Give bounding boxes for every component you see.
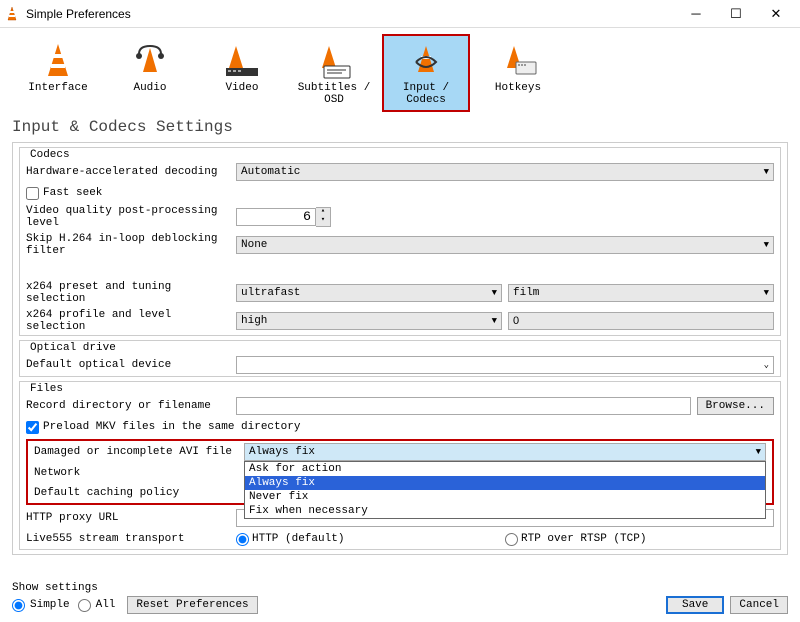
chevron-down-icon: ▼ (756, 447, 761, 457)
window-title: Simple Preferences (26, 7, 676, 21)
optical-device-label: Default optical device (26, 359, 236, 371)
tab-audio[interactable]: Audio (106, 34, 194, 112)
avi-select[interactable]: Always fix▼ Ask for action Always fix Ne… (244, 443, 766, 461)
reset-button[interactable]: Reset Preferences (127, 596, 257, 614)
live555-label: Live555 stream transport (26, 533, 236, 545)
window-titlebar: Simple Preferences ─ ☐ ✕ (0, 0, 800, 28)
radio-http-label: HTTP (default) (252, 533, 344, 545)
section-title: Input & Codecs Settings (0, 114, 800, 142)
x264-level-input[interactable] (508, 312, 774, 330)
network-title: Network (34, 467, 244, 479)
avi-option-ask[interactable]: Ask for action (245, 462, 765, 476)
show-settings-label: Show settings (12, 582, 258, 594)
spinner-down[interactable]: ▾ (316, 217, 330, 226)
radio-rtp-label: RTP over RTSP (TCP) (521, 533, 646, 545)
radio-simple[interactable] (12, 599, 25, 612)
radio-rtp[interactable] (505, 533, 518, 546)
tab-input-codecs[interactable]: Input / Codecs (382, 34, 470, 112)
avi-dropdown-list: Ask for action Always fix Never fix Fix … (244, 461, 766, 519)
vq-label: Video quality post-processing level (26, 205, 236, 229)
record-dir-label: Record directory or filename (26, 400, 236, 412)
preload-mkv-checkbox[interactable] (26, 421, 39, 434)
hotkeys-icon (478, 40, 558, 82)
radio-simple-label: Simple (30, 599, 70, 611)
audio-icon (110, 40, 190, 82)
skip-select[interactable]: None▼ (236, 236, 774, 254)
preload-mkv-label: Preload MKV files in the same directory (43, 421, 300, 433)
record-dir-input[interactable] (236, 397, 691, 415)
tab-interface[interactable]: Interface (14, 34, 102, 112)
minimize-button[interactable]: ─ (676, 2, 716, 26)
group-codecs: Codecs Hardware-accelerated decoding Aut… (19, 147, 781, 336)
caching-label: Default caching policy (34, 487, 244, 499)
radio-http[interactable] (236, 533, 249, 546)
x264-tuning-select[interactable]: film▼ (508, 284, 774, 302)
hw-accel-select[interactable]: Automatic▼ (236, 163, 774, 181)
interface-icon (18, 40, 98, 82)
maximize-button[interactable]: ☐ (716, 2, 756, 26)
tab-hotkeys[interactable]: Hotkeys (474, 34, 562, 112)
fast-seek-label: Fast seek (43, 187, 102, 199)
save-button[interactable]: Save (666, 596, 724, 614)
vq-input[interactable] (236, 208, 316, 226)
input-codecs-icon (386, 40, 466, 82)
group-files-title: Files (26, 383, 67, 395)
close-button[interactable]: ✕ (756, 2, 796, 26)
browse-button[interactable]: Browse... (697, 397, 774, 415)
radio-all-label: All (96, 599, 116, 611)
radio-all[interactable] (78, 599, 91, 612)
hw-accel-label: Hardware-accelerated decoding (26, 166, 236, 178)
x264-profile-label: x264 profile and level selection (26, 309, 236, 333)
subtitles-icon (294, 40, 374, 82)
optical-device-select[interactable]: ⌄ (236, 356, 774, 374)
group-optical: Optical drive Default optical device ⌄ (19, 340, 781, 377)
chevron-down-icon: ▼ (764, 167, 769, 177)
prefs-toolbar: Interface Audio Video Subtitles / OSD In… (0, 28, 800, 114)
x264-preset-select[interactable]: ultrafast▼ (236, 284, 502, 302)
avi-option-necessary[interactable]: Fix when necessary (245, 504, 765, 518)
vlc-cone-icon (4, 6, 20, 22)
skip-label: Skip H.264 in-loop deblocking filter (26, 233, 236, 257)
x264-preset-label: x264 preset and tuning selection (26, 281, 236, 305)
cancel-button[interactable]: Cancel (730, 596, 788, 614)
group-codecs-title: Codecs (26, 149, 74, 161)
video-icon (202, 40, 282, 82)
chevron-down-icon: ▼ (764, 240, 769, 250)
avi-option-never[interactable]: Never fix (245, 490, 765, 504)
proxy-label: HTTP proxy URL (26, 512, 236, 524)
group-optical-title: Optical drive (26, 342, 120, 354)
avi-label: Damaged or incomplete AVI file (34, 446, 244, 458)
highlighted-area: Damaged or incomplete AVI file Always fi… (26, 439, 774, 505)
tab-video[interactable]: Video (198, 34, 286, 112)
group-files: Files Record directory or filename Brows… (19, 381, 781, 550)
chevron-down-icon: ▼ (492, 288, 497, 298)
avi-option-always[interactable]: Always fix (245, 476, 765, 490)
chevron-down-icon: ▼ (764, 288, 769, 298)
x264-profile-select[interactable]: high▼ (236, 312, 502, 330)
fast-seek-checkbox[interactable] (26, 187, 39, 200)
chevron-down-icon: ▼ (492, 316, 497, 326)
chevron-down-icon: ⌄ (764, 360, 769, 370)
tab-subtitles[interactable]: Subtitles / OSD (290, 34, 378, 112)
